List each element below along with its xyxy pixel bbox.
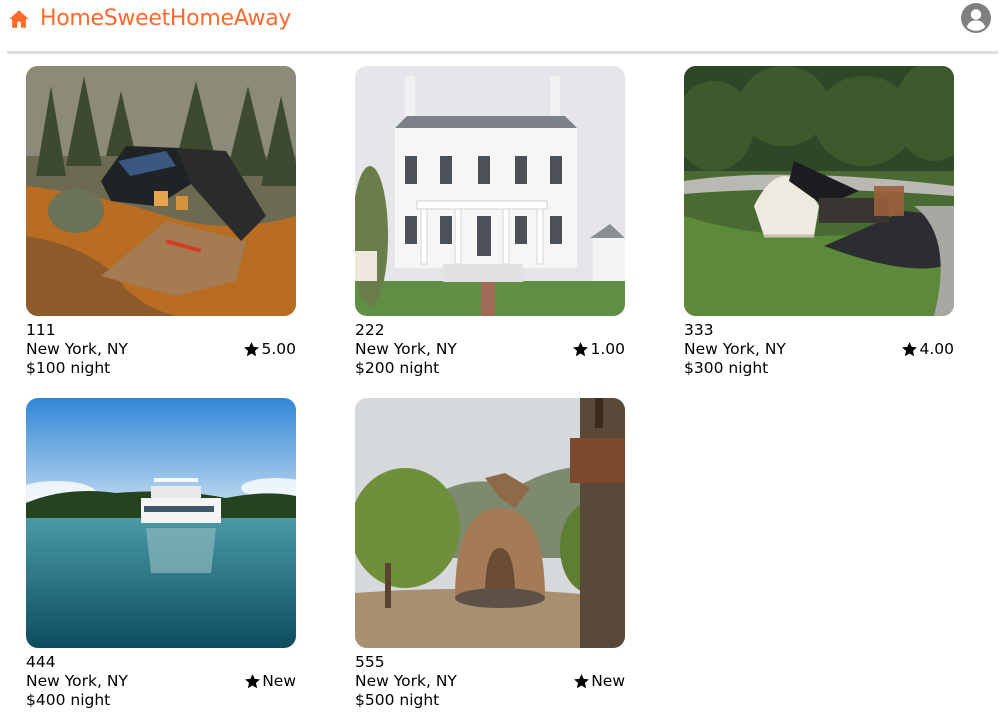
listing-info: 111 New York, NY $100 night 5.00 (26, 321, 296, 378)
listing-card[interactable]: 111 New York, NY $100 night 5.00 (26, 66, 296, 378)
listing-price: $500 night (355, 691, 440, 709)
listing-title: 222 (355, 321, 385, 339)
listing-price: $200 night (355, 359, 440, 377)
profile-menu-button[interactable] (961, 3, 991, 33)
star-icon (572, 341, 589, 358)
listing-title: 444 (26, 653, 56, 671)
home-icon (8, 8, 30, 30)
header-divider (7, 51, 998, 54)
listing-title: 555 (355, 653, 385, 671)
listing-rating: 5.00 (243, 340, 296, 359)
star-icon (573, 673, 590, 690)
listing-card[interactable]: 222 New York, NY $200 night 1.00 (355, 66, 625, 378)
listing-price: $400 night (26, 691, 111, 709)
listing-rating: 1.00 (572, 340, 625, 359)
star-icon (243, 341, 260, 358)
listing-price: $100 night (26, 359, 111, 377)
listing-card[interactable]: 333 New York, NY $300 night 4.00 (684, 66, 954, 378)
listing-info: 333 New York, NY $300 night 4.00 (684, 321, 954, 378)
listing-rating: New (244, 672, 296, 691)
rating-value: New (591, 672, 625, 690)
listing-photo (684, 66, 954, 316)
rating-value: 4.00 (919, 340, 954, 358)
listing-rating: New (573, 672, 625, 691)
star-icon (244, 673, 261, 690)
rating-value: 5.00 (261, 340, 296, 358)
home-logo-link[interactable]: HomeSweetHomeAway (8, 6, 291, 32)
listing-info: 444 New York, NY $400 night New (26, 653, 296, 710)
listing-photo (355, 66, 625, 316)
user-circle-icon (961, 3, 991, 33)
listing-price: $300 night (684, 359, 769, 377)
star-icon (901, 341, 918, 358)
listing-title: 333 (684, 321, 714, 339)
top-bar: HomeSweetHomeAway (0, 0, 1008, 40)
listing-card[interactable]: 444 New York, NY $400 night New (26, 398, 296, 710)
listing-info: 222 New York, NY $200 night 1.00 (355, 321, 625, 378)
brand-name: HomeSweetHomeAway (40, 6, 292, 31)
listing-rating: 4.00 (901, 340, 954, 359)
rating-value: 1.00 (590, 340, 625, 358)
listing-title: 111 (26, 321, 56, 339)
listing-photo (26, 66, 296, 316)
listing-card[interactable]: 555 New York, NY $500 night New (355, 398, 625, 710)
listing-photo (355, 398, 625, 648)
listing-info: 555 New York, NY $500 night New (355, 653, 625, 710)
rating-value: New (262, 672, 296, 690)
listing-photo (26, 398, 296, 648)
